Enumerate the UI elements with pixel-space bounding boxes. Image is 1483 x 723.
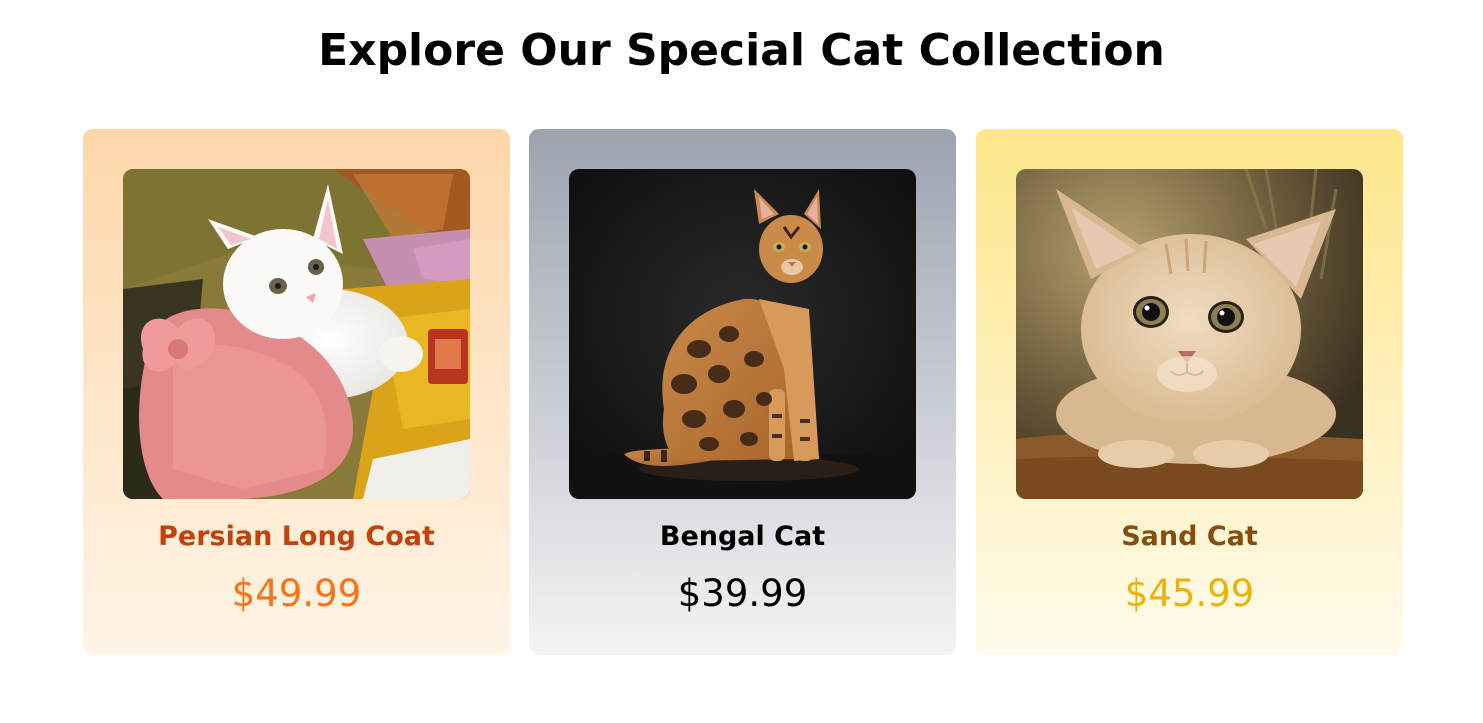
product-name: Bengal Cat bbox=[659, 521, 826, 552]
bengal-cat-photo bbox=[569, 169, 916, 499]
product-card-bengal[interactable]: Bengal Cat $39.99 bbox=[529, 129, 956, 655]
product-card-persian[interactable]: Persian Long Coat $49.99 bbox=[83, 129, 510, 655]
product-name: Persian Long Coat bbox=[158, 521, 435, 552]
product-price: $39.99 bbox=[677, 572, 808, 615]
sand-cat-photo bbox=[1016, 169, 1363, 499]
product-price: $49.99 bbox=[231, 572, 362, 615]
persian-cat-photo bbox=[123, 169, 470, 499]
page: Explore Our Special Cat Collection Persi… bbox=[0, 0, 1483, 723]
product-price: $45.99 bbox=[1124, 572, 1255, 615]
product-card-sand-cat[interactable]: Sand Cat $45.99 bbox=[976, 129, 1403, 655]
page-title: Explore Our Special Cat Collection bbox=[318, 25, 1165, 76]
product-name: Sand Cat bbox=[1121, 521, 1258, 552]
